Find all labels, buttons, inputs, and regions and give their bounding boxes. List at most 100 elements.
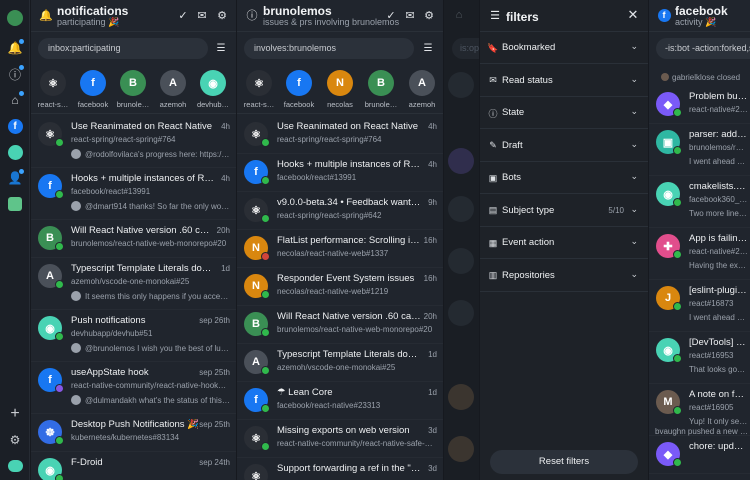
activity-list: ◆Problem building…react-native#2653…▣par…: [649, 86, 750, 474]
filter-event-action[interactable]: ▦ Event action ⌄: [480, 227, 648, 259]
filter-repositories[interactable]: ▥ Repositories ⌄: [480, 260, 648, 292]
list-item[interactable]: f ☂ Lean Core 1d facebook/react-native#2331…: [237, 382, 443, 420]
notification-list: ⚛ Use Reanimated on React Native 4h react-s…: [31, 116, 236, 480]
avatar-filter[interactable]: f facebook: [280, 70, 318, 109]
plus-icon[interactable]: +: [5, 404, 25, 424]
list-item[interactable]: ▣parser: add pars…brunolemos/react-…I we…: [649, 124, 750, 176]
list-item[interactable]: f useAppState hook sep 25th react-native-co…: [31, 362, 236, 414]
avatar: B: [368, 70, 394, 96]
avatar-filter[interactable]: Bbrunole…: [362, 70, 400, 109]
list-item[interactable]: A Typescript Template Literals don't h… 1d…: [31, 258, 236, 310]
item-time: 4h: [221, 122, 230, 131]
item-repo: necolas/react-native-web#1337: [277, 249, 389, 258]
gear-icon[interactable]: ⚙: [215, 8, 229, 22]
list-item[interactable]: A Typescript Template Literals don't h… 1d…: [237, 344, 443, 382]
column-title: facebook: [675, 4, 728, 18]
item-time: 1d: [428, 350, 437, 359]
avatar-filter[interactable]: ◉ devhub…: [194, 70, 232, 109]
filters-title: filters: [506, 10, 539, 24]
list-item[interactable]: ☸ Desktop Push Notifications 🎉 sep 25th kub…: [31, 414, 236, 452]
item-repo: react-native-community/react-native-safe…: [277, 439, 437, 448]
item-title: F-Droid: [71, 457, 103, 468]
search-input[interactable]: inbox:participating: [38, 38, 208, 59]
search-input[interactable]: involves:brunolemos: [244, 38, 414, 59]
status-icon: [55, 474, 64, 480]
comment-avatar: [71, 201, 81, 211]
avatar-filter[interactable]: ⚛ react-s…: [34, 70, 72, 109]
filter-draft[interactable]: ✎ Draft ⌄: [480, 130, 648, 162]
filter-sliders-icon[interactable]: ☰: [214, 41, 228, 55]
list-item[interactable]: f Hooks + multiple instances of React 4h fa…: [31, 168, 236, 220]
list-item[interactable]: ⚛ v9.0.0-beta.34 • Feedback wanted 9h react…: [237, 192, 443, 230]
list-item[interactable]: J[eslint-plugin-re…react#16873I went ahe…: [649, 280, 750, 332]
facebook-icon[interactable]: f: [5, 116, 25, 136]
mail-icon[interactable]: ✉: [195, 8, 209, 22]
list-item[interactable]: ◉ F-Droid sep 24th: [31, 452, 236, 480]
list-item[interactable]: ✚App is failing to…react-native#2557…Hav…: [649, 228, 750, 280]
status-icon: [673, 198, 682, 207]
list-item[interactable]: ◆Problem building…react-native#2653…: [649, 86, 750, 124]
column-hidden: ⌂ is:ope: [444, 0, 479, 480]
item-title: Desktop Push Notifications 🎉: [71, 419, 199, 430]
list-item[interactable]: ◉cmakelists.txt m…facebook360_dep#…Two m…: [649, 176, 750, 228]
filter-bots[interactable]: ▣ Bots ⌄: [480, 162, 648, 194]
alert-circle-icon[interactable]: ⓘ: [5, 64, 25, 84]
list-item[interactable]: ⚛ Use Reanimated on React Native 4h react-s…: [237, 116, 443, 154]
avatar-filter[interactable]: Aazemoh: [403, 70, 441, 109]
filter-bookmarked[interactable]: 🔖 Bookmarked ⌄: [480, 32, 648, 64]
status-icon: [55, 138, 64, 147]
avatar-filter[interactable]: Nnecolas: [321, 70, 359, 109]
mail-icon[interactable]: ✉: [403, 8, 417, 22]
list-item[interactable]: ⚛ Use Reanimated on React Native 4h react-s…: [31, 116, 236, 168]
column-header: ⌂: [444, 0, 479, 32]
filter-subject-type[interactable]: ▤ Subject type 5/10 ⌄: [480, 195, 648, 227]
avatar-filter[interactable]: f facebook: [74, 70, 112, 109]
mark-all-read-icon[interactable]: ✓: [176, 8, 190, 22]
filter-state[interactable]: ⓘ State ⌄: [480, 97, 648, 129]
list-item[interactable]: N Responder Event System issues 16h necolas…: [237, 268, 443, 306]
filter-read-status[interactable]: ✉ Read status ⌄: [480, 65, 648, 97]
mark-all-read-icon[interactable]: ✓: [384, 8, 398, 22]
search-input[interactable]: -is:bot -action:forked,sta…: [656, 38, 750, 59]
list-item[interactable]: ⚛ Missing exports on web version 3d react-n…: [237, 420, 443, 458]
item-title: A note on functi…: [689, 389, 748, 400]
devhub-icon[interactable]: [5, 142, 25, 162]
filter-label: Subject type: [502, 204, 555, 216]
list-item[interactable]: ⚛ Support forwarding a ref in the "ref"… 3…: [237, 458, 443, 480]
user-icon[interactable]: 👤: [5, 168, 25, 188]
bell-icon[interactable]: 🔔: [5, 38, 25, 58]
comment-avatar: [71, 395, 81, 405]
list-item[interactable]: N FlatList performance: Scrolling is b… 16…: [237, 230, 443, 268]
home-icon[interactable]: ⌂: [5, 90, 25, 110]
list-item[interactable]: ◉ Push notifications sep 26th devhubapp/dev…: [31, 310, 236, 362]
devhub-logo-icon[interactable]: [5, 456, 25, 476]
comment-avatar: [71, 149, 81, 159]
gear-icon[interactable]: ⚙: [5, 430, 25, 450]
item-repo: brunolemos/react-…: [689, 143, 748, 152]
chevron-down-icon: ⌄: [630, 138, 638, 149]
item-title: parser: add pars…: [689, 129, 748, 140]
filter-sliders-icon[interactable]: ☰: [421, 41, 435, 55]
search-input[interactable]: is:ope: [452, 38, 479, 59]
list-item[interactable]: BWill React Native version .60 cause…20h…: [237, 306, 443, 344]
left-rail: 🔔 ⓘ ⌂ f 👤 + ⚙: [0, 0, 30, 480]
filters-header: ☰ filters ✕: [480, 0, 648, 32]
list-item[interactable]: BWill React Native version .60 cause…20h…: [31, 220, 236, 258]
avatar-label: brunole…: [116, 100, 150, 109]
close-icon[interactable]: ✕: [626, 7, 640, 22]
status-icon: [261, 442, 270, 451]
avatar-filter[interactable]: Aazemoh: [154, 70, 192, 109]
item-repo: necolas/react-native-web#1219: [277, 287, 389, 296]
status-icon: [673, 354, 682, 363]
list-item[interactable]: ◆chore: updated e…bvaughn pushed a new c…: [649, 427, 750, 474]
reset-filters-button[interactable]: Reset filters: [490, 450, 638, 474]
avatar-filter[interactable]: ⚛ react-s…: [240, 70, 278, 109]
status-icon: [55, 190, 64, 199]
avatar-filter[interactable]: Bbrunole…: [114, 70, 152, 109]
gitlab-icon[interactable]: [5, 194, 25, 214]
gear-icon[interactable]: ⚙: [422, 8, 436, 22]
status-icon: [55, 280, 64, 289]
list-item[interactable]: f Hooks + multiple instances of React 4h fa…: [237, 154, 443, 192]
avatar[interactable]: [5, 8, 25, 28]
list-item[interactable]: ◉[DevTools] targe…react#16953That looks …: [649, 332, 750, 384]
